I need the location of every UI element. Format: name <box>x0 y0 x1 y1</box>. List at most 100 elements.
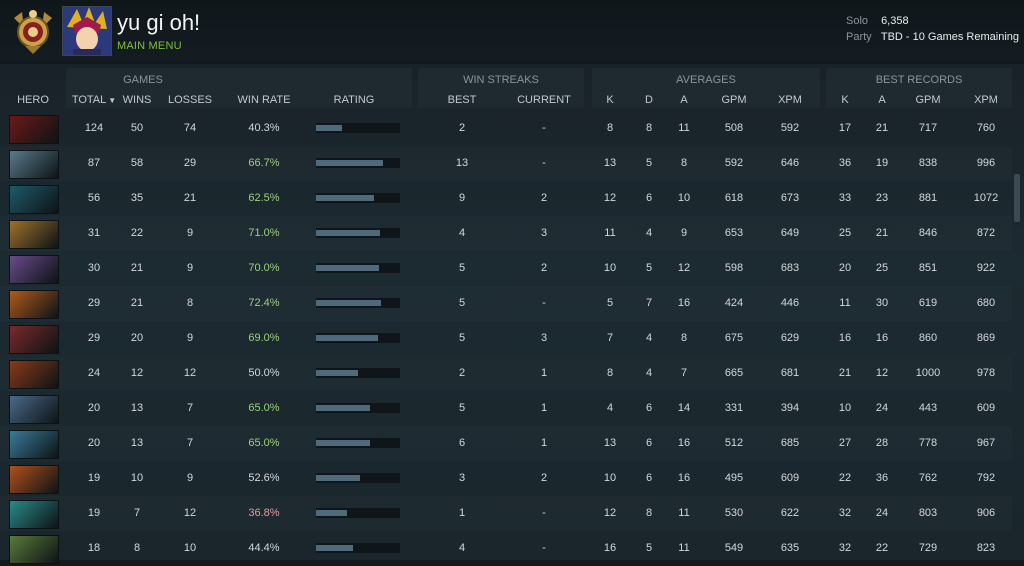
col-best-k[interactable]: K <box>835 94 855 106</box>
cell-bgpm: 729 <box>918 542 938 554</box>
hero-portrait-icon[interactable] <box>9 115 59 144</box>
table-row[interactable]: 20 13 7 65.0% 6 1 13 6 16 512 685 27 28 778 967 <box>0 426 1012 461</box>
hero-portrait-icon[interactable] <box>9 325 59 354</box>
hero-portrait-icon[interactable] <box>9 185 59 214</box>
party-label: Party <box>846 31 872 43</box>
cell-win-rate: 72.4% <box>248 297 280 309</box>
cell-d: 8 <box>645 122 653 134</box>
cell-best: 5 <box>458 402 466 414</box>
rating-bar-fill <box>316 195 374 201</box>
table-row[interactable]: 31 22 9 71.0% 4 3 11 4 9 653 649 25 21 846 872 <box>0 216 1012 251</box>
cell-win-rate: 65.0% <box>248 402 280 414</box>
cell-ba: 21 <box>875 122 889 134</box>
rating-bar-fill <box>316 335 378 341</box>
cell-wins: 35 <box>130 192 144 204</box>
col-avg-gpm[interactable]: GPM <box>716 94 752 106</box>
cell-wins: 22 <box>130 227 144 239</box>
table-row[interactable]: 24 12 12 50.0% 2 1 8 4 7 665 681 21 12 1000 978 <box>0 356 1012 391</box>
cell-wins: 8 <box>133 542 141 554</box>
col-hero[interactable]: HERO <box>8 94 58 106</box>
col-win-rate[interactable]: WIN RATE <box>234 94 294 106</box>
col-wins[interactable]: WINS <box>118 94 156 106</box>
hero-portrait-icon[interactable] <box>9 430 59 459</box>
table-row[interactable]: 56 35 21 62.5% 9 2 12 6 10 618 673 33 23 881 1072 <box>0 181 1012 216</box>
hero-portrait-icon[interactable] <box>9 150 59 179</box>
cell-bxpm: 792 <box>976 472 996 484</box>
cell-k: 11 <box>604 227 616 239</box>
cell-current: 2 <box>540 472 548 484</box>
col-streak-best[interactable]: BEST <box>442 94 482 106</box>
cell-current: 1 <box>540 437 548 449</box>
cell-total: 29 <box>87 297 101 309</box>
cell-bgpm: 778 <box>918 437 938 449</box>
cell-k: 10 <box>603 262 617 274</box>
rating-bar-fill <box>316 405 370 411</box>
avatar[interactable] <box>62 6 112 56</box>
hero-portrait-icon[interactable] <box>9 395 59 424</box>
cell-gpm: 598 <box>724 262 744 274</box>
cell-ba: 22 <box>875 542 889 554</box>
hero-portrait-icon[interactable] <box>9 360 59 389</box>
cell-ba: 28 <box>875 437 889 449</box>
col-rating[interactable]: RATING <box>318 94 390 106</box>
cell-win-rate: 70.0% <box>248 262 280 274</box>
cell-current: 1 <box>540 402 548 414</box>
cell-ba: 36 <box>875 472 889 484</box>
hero-portrait-icon[interactable] <box>9 220 59 249</box>
rating-bar <box>316 193 400 203</box>
cell-wins: 13 <box>130 402 144 414</box>
cell-losses: 7 <box>186 402 194 414</box>
rank-medal-icon[interactable] <box>10 6 56 56</box>
main-menu-link[interactable]: MAIN MENU <box>117 40 182 52</box>
cell-total: 31 <box>87 227 101 239</box>
cell-xpm: 646 <box>780 157 800 169</box>
cell-best: 1 <box>458 507 466 519</box>
cell-k: 13 <box>603 437 617 449</box>
table-row[interactable]: 20 13 7 65.0% 5 1 4 6 14 331 394 10 24 443 609 <box>0 391 1012 426</box>
cell-best: 4 <box>458 542 466 554</box>
col-avg-k[interactable]: K <box>600 94 620 106</box>
rating-bar-fill <box>316 510 347 516</box>
cell-best: 2 <box>458 367 466 379</box>
cell-losses: 12 <box>183 507 197 519</box>
col-best-gpm[interactable]: GPM <box>910 94 946 106</box>
cell-bk: 27 <box>838 437 852 449</box>
cell-win-rate: 71.0% <box>248 227 280 239</box>
rating-bar <box>316 158 400 168</box>
cell-bk: 25 <box>838 227 852 239</box>
table-row[interactable]: 124 50 74 40.3% 2 - 8 8 11 508 592 17 21 717 760 <box>0 111 1012 146</box>
cell-current: - <box>542 507 546 519</box>
col-losses[interactable]: LOSSES <box>164 94 216 106</box>
table-row[interactable]: 18 8 10 44.4% 4 - 16 5 11 549 635 32 22 729 823 <box>0 531 1012 566</box>
cell-current: - <box>542 157 546 169</box>
cell-xpm: 394 <box>780 402 800 414</box>
hero-portrait-icon[interactable] <box>9 255 59 284</box>
hero-portrait-icon[interactable] <box>9 500 59 529</box>
col-best-a[interactable]: A <box>872 94 892 106</box>
cell-current: 3 <box>540 332 548 344</box>
cell-losses: 7 <box>186 437 194 449</box>
table-row[interactable]: 29 21 8 72.4% 5 - 5 7 16 424 446 11 30 619 680 <box>0 286 1012 321</box>
col-avg-a[interactable]: A <box>674 94 694 106</box>
col-streak-current[interactable]: CURRENT <box>512 94 576 106</box>
hero-portrait-icon[interactable] <box>9 465 59 494</box>
cell-ba: 23 <box>875 192 889 204</box>
cell-losses: 74 <box>183 122 197 134</box>
col-avg-d[interactable]: D <box>639 94 659 106</box>
col-total[interactable]: TOTAL ▼ <box>68 94 120 106</box>
table-row[interactable]: 19 10 9 52.6% 3 2 10 6 16 495 609 22 36 762 792 <box>0 461 1012 496</box>
rating-bar-fill <box>316 370 358 376</box>
hero-portrait-icon[interactable] <box>9 290 59 319</box>
cell-bgpm: 860 <box>918 332 938 344</box>
table-row[interactable]: 29 20 9 69.0% 5 3 7 4 8 675 629 16 16 860 869 <box>0 321 1012 356</box>
table-row[interactable]: 87 58 29 66.7% 13-13 5 8 592 646 36 19 838 996 <box>0 146 1012 181</box>
col-avg-xpm[interactable]: XPM <box>772 94 808 106</box>
cell-gpm: 424 <box>724 297 744 309</box>
table-row[interactable]: 30 21 9 70.0% 5 2 10 5 12 598 683 20 25 851 922 <box>0 251 1012 286</box>
rating-bar <box>316 403 400 413</box>
col-best-xpm[interactable]: XPM <box>968 94 1004 106</box>
cell-a: 11 <box>678 542 690 554</box>
table-row[interactable]: 19 7 12 36.8% 1 - 12 8 11 530 622 32 24 803 906 <box>0 496 1012 531</box>
cell-k: 5 <box>606 297 614 309</box>
scrollbar-thumb[interactable] <box>1014 174 1020 222</box>
